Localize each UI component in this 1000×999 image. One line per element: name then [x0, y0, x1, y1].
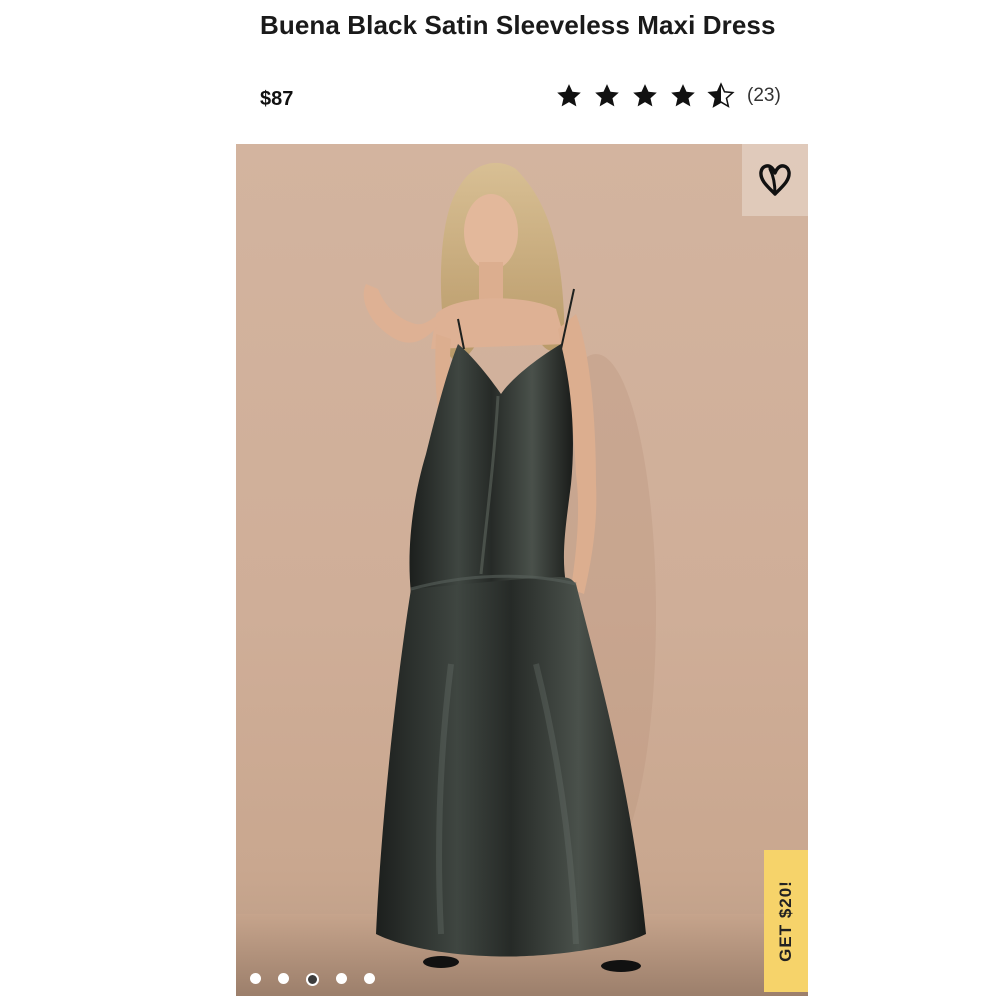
star-full-icon — [595, 84, 619, 107]
product-image-gallery[interactable]: GET $20! — [236, 144, 808, 996]
review-count[interactable]: (23) — [747, 85, 781, 107]
carousel-dot[interactable] — [364, 973, 375, 984]
carousel-dot[interactable] — [250, 973, 261, 984]
favorite-button[interactable] — [742, 144, 808, 216]
promo-tab-button[interactable]: GET $20! — [764, 850, 808, 992]
star-full-icon — [633, 84, 657, 107]
carousel-dot-active[interactable] — [306, 973, 319, 986]
product-price: $87 — [260, 88, 294, 110]
heart-icon — [759, 164, 791, 196]
star-full-icon — [671, 84, 695, 107]
product-photo — [236, 162, 808, 996]
carousel-pagination — [250, 973, 375, 986]
carousel-dot[interactable] — [278, 973, 289, 984]
carousel-dot[interactable] — [336, 973, 347, 984]
product-title: Buena Black Satin Sleeveless Maxi Dress — [260, 10, 776, 40]
product-page: Buena Black Satin Sleeveless Maxi Dress … — [0, 0, 1000, 999]
star-half-icon — [707, 82, 735, 108]
rating-summary[interactable]: (23) — [555, 82, 781, 110]
star-full-icon — [557, 84, 581, 107]
promo-label: GET $20! — [776, 880, 796, 962]
